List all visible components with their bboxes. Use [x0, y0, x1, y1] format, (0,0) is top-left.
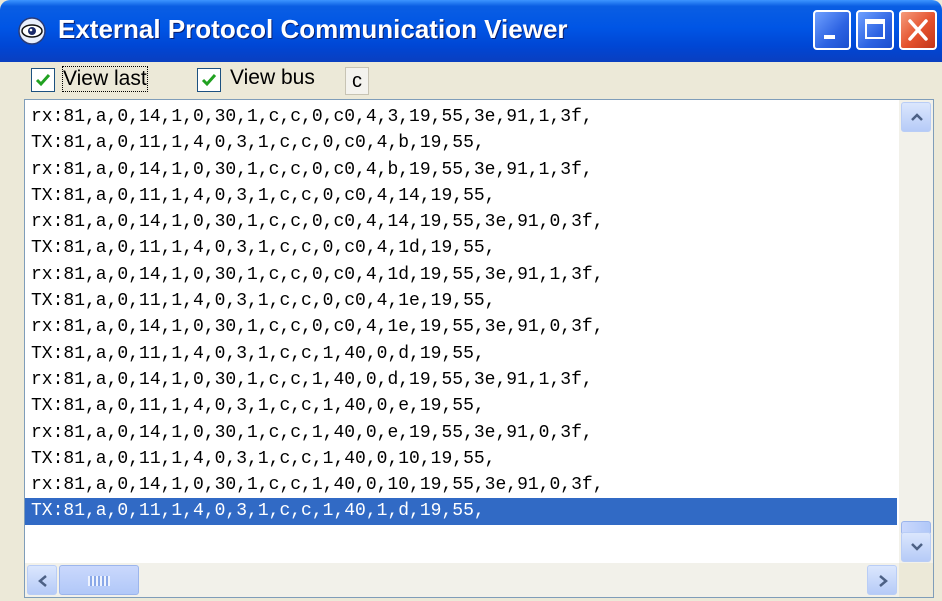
view-bus-label[interactable]: View bus — [230, 66, 315, 90]
chevron-left-icon — [38, 575, 47, 587]
log-line[interactable]: rx:81,a,0,14,1,0,30,1,c,c,1,40,0,10,19,5… — [25, 472, 897, 498]
log-line[interactable]: TX:81,a,0,11,1,4,0,3,1,c,c,1,40,0,e,19,5… — [25, 393, 897, 419]
log-line[interactable]: TX:81,a,0,11,1,4,0,3,1,c,c,0,c0,4,14,19,… — [25, 183, 897, 209]
viewer-window: External Protocol Communication Viewer V… — [0, 0, 942, 601]
scroll-down-button[interactable] — [901, 532, 931, 562]
chevron-right-icon — [879, 575, 888, 587]
log-line[interactable]: TX:81,a,0,11,1,4,0,3,1,c,c,0,c0,4,1d,19,… — [25, 235, 897, 261]
minimize-icon — [824, 35, 835, 39]
title-bar[interactable]: External Protocol Communication Viewer — [0, 0, 942, 62]
log-lines: rx:81,a,0,14,1,0,30,1,c,c,0,c0,4,3,19,55… — [25, 104, 897, 525]
horizontal-scrollbar[interactable] — [25, 563, 899, 597]
log-line[interactable]: rx:81,a,0,14,1,0,30,1,c,c,0,c0,4,1e,19,5… — [25, 314, 897, 340]
log-line[interactable]: rx:81,a,0,14,1,0,30,1,c,c,0,c0,4,1d,19,5… — [25, 262, 897, 288]
log-line[interactable]: TX:81,a,0,11,1,4,0,3,1,c,c,1,40,0,d,19,5… — [25, 341, 897, 367]
scroll-right-button[interactable] — [867, 565, 897, 595]
grip-icon — [88, 576, 110, 586]
c-button[interactable]: c — [345, 67, 369, 95]
log-line-selected[interactable]: TX:81,a,0,11,1,4,0,3,1,c,c,1,40,1,d,19,5… — [25, 498, 897, 525]
scroll-up-button[interactable] — [901, 102, 931, 132]
log-line[interactable]: rx:81,a,0,14,1,0,30,1,c,c,0,c0,4,14,19,5… — [25, 209, 897, 235]
log-line[interactable]: rx:81,a,0,14,1,0,30,1,c,c,1,40,0,d,19,55… — [25, 367, 897, 393]
minimize-button[interactable] — [813, 10, 851, 50]
view-bus-checkbox[interactable] — [197, 68, 221, 92]
chevron-up-icon — [911, 113, 923, 121]
log-line[interactable]: TX:81,a,0,11,1,4,0,3,1,c,c,0,c0,4,b,19,5… — [25, 130, 897, 156]
vertical-scrollbar[interactable] — [899, 100, 933, 564]
toolbar: View last View bus c — [24, 64, 924, 98]
scrollbar-corner — [899, 563, 933, 597]
log-line[interactable]: rx:81,a,0,14,1,0,30,1,c,c,1,40,0,e,19,55… — [25, 420, 897, 446]
scroll-left-button[interactable] — [27, 565, 57, 595]
checkmark-icon — [201, 74, 217, 87]
close-button[interactable] — [899, 10, 937, 50]
log-listbox[interactable]: rx:81,a,0,14,1,0,30,1,c,c,0,c0,4,3,19,55… — [24, 99, 934, 598]
view-last-checkbox[interactable] — [31, 68, 55, 92]
checkmark-icon — [35, 74, 51, 87]
window-title: External Protocol Communication Viewer — [58, 14, 568, 44]
horizontal-scroll-thumb[interactable] — [59, 565, 139, 595]
eye-icon — [18, 17, 46, 45]
chevron-down-icon — [911, 543, 923, 551]
view-last-label[interactable]: View last — [62, 66, 148, 92]
log-line[interactable]: TX:81,a,0,11,1,4,0,3,1,c,c,0,c0,4,1e,19,… — [25, 288, 897, 314]
maximize-button[interactable] — [856, 10, 894, 50]
log-line[interactable]: rx:81,a,0,14,1,0,30,1,c,c,0,c0,4,b,19,55… — [25, 157, 897, 183]
close-icon — [908, 19, 928, 41]
log-line[interactable]: rx:81,a,0,14,1,0,30,1,c,c,0,c0,4,3,19,55… — [25, 104, 897, 130]
maximize-icon — [865, 19, 885, 39]
log-line[interactable]: TX:81,a,0,11,1,4,0,3,1,c,c,1,40,0,10,19,… — [25, 446, 897, 472]
